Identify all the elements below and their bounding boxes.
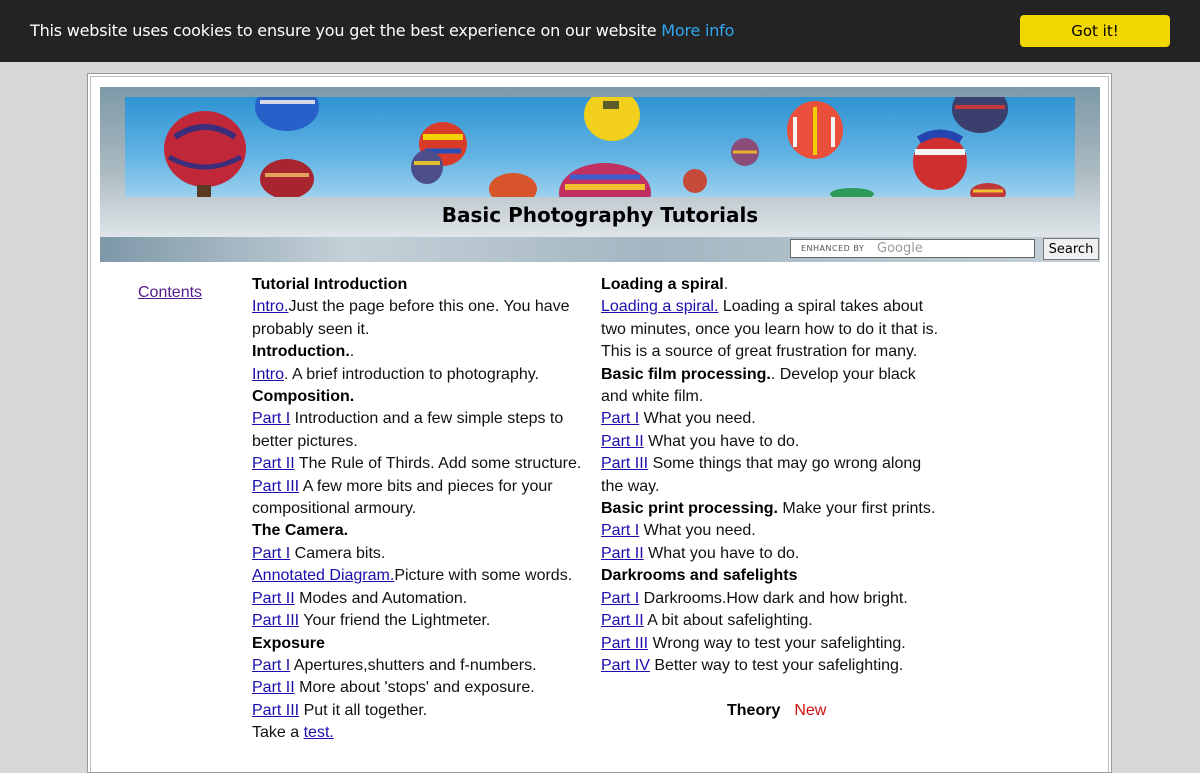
description-text: Your friend the Lightmeter. — [299, 612, 491, 630]
theory-heading: Theory — [727, 702, 781, 719]
section-heading: Tutorial Introduction — [252, 276, 408, 293]
description-text: . — [349, 343, 355, 361]
description-text: What you need. — [639, 410, 756, 428]
section-heading: Darkrooms and safelights — [601, 567, 798, 585]
description-text: Apertures,shutters and f-numbers. — [290, 656, 537, 674]
part-link[interactable]: Part II — [252, 455, 295, 472]
section-heading: Loading a spiral — [601, 276, 724, 293]
intro-link[interactable]: Intro — [252, 366, 284, 383]
description-text: Take a — [252, 724, 304, 742]
description-text: Darkrooms.How dark and how bright. — [639, 589, 908, 607]
site-title: Basic Photography Tutorials — [441, 203, 759, 227]
cookie-bar: This website uses cookies to ensure you … — [0, 0, 1200, 62]
search-input[interactable]: ENHANCED BY Google — [790, 239, 1035, 258]
part-link[interactable]: Part IV — [601, 657, 650, 674]
description-text: Make your first prints. — [777, 500, 936, 518]
description-text: What you have to do. — [643, 432, 800, 450]
section-heading: Basic print processing. — [601, 500, 778, 518]
new-badge: New — [794, 702, 827, 719]
part-link[interactable]: Part I — [252, 657, 290, 674]
description-text: Picture with some words. — [394, 567, 573, 585]
loading-spiral-link[interactable]: Loading a spiral. — [601, 298, 718, 315]
part-link[interactable]: Part I — [601, 590, 639, 607]
description-text: Loading a spiral takes about — [718, 298, 924, 316]
test-link[interactable]: test. — [304, 724, 334, 741]
part-link[interactable]: Part III — [252, 612, 299, 629]
description-text: A bit about safelighting. — [643, 612, 813, 630]
part-link[interactable]: Part I — [601, 522, 639, 539]
balloon-banner-image — [125, 97, 1075, 197]
tutorial-column-left: Tutorial Introduction Intro.Just the pag… — [252, 274, 597, 745]
part-link[interactable]: Part II — [252, 679, 295, 696]
description-text: . A brief introduction to photography. — [284, 365, 539, 383]
description-text: probably seen it. — [252, 320, 370, 338]
balloon-illustration — [164, 97, 1008, 197]
part-link[interactable]: Part II — [601, 545, 644, 562]
cookie-accept-button[interactable]: Got it! — [1020, 15, 1170, 47]
description-text: Put it all together. — [299, 701, 428, 719]
cookie-message-text: This website uses cookies to ensure you … — [30, 21, 657, 40]
part-link[interactable]: Part III — [252, 702, 299, 719]
site-header: Basic Photography Tutorials — [100, 87, 1100, 237]
search-button[interactable]: Search — [1043, 238, 1099, 260]
description-text: the way. — [601, 477, 660, 495]
part-link[interactable]: Part II — [601, 433, 644, 450]
google-logo: Google — [877, 241, 923, 256]
description-text: The Rule of Thirds. Add some structure. — [294, 455, 582, 473]
description-text: This is a source of great frustration fo… — [601, 343, 918, 361]
description-text: Camera bits. — [290, 544, 386, 562]
description-text: better pictures. — [252, 432, 358, 450]
part-link[interactable]: Part III — [601, 455, 648, 472]
section-heading: The Camera. — [252, 522, 349, 540]
part-link[interactable]: Part II — [252, 590, 295, 607]
description-text: Modes and Automation. — [294, 589, 468, 607]
description-text: Just the page before this one. You have — [288, 298, 570, 316]
tutorial-column-right: Loading a spiral. Loading a spiral. Load… — [601, 274, 946, 677]
description-text: Introduction and a few simple steps to — [290, 410, 564, 428]
search-enhanced-by-label: ENHANCED BY — [801, 244, 865, 253]
description-text: A few more bits and pieces for your — [299, 477, 553, 495]
section-heading: Exposure — [252, 634, 325, 652]
part-link[interactable]: Part III — [252, 478, 299, 495]
description-text: Better way to test your safelighting. — [649, 656, 904, 674]
section-heading: Introduction. — [252, 343, 350, 361]
description-text: Some things that may go wrong along — [648, 455, 922, 473]
description-text: . Develop your black — [770, 365, 916, 383]
description-text: compositional armoury. — [252, 500, 417, 518]
contents-link[interactable]: Contents — [138, 284, 202, 302]
search-bar: ENHANCED BY Google Search — [100, 237, 1100, 262]
theory-section: Theory New — [727, 702, 826, 720]
section-heading: Composition. — [252, 388, 355, 406]
part-link[interactable]: Part I — [252, 410, 290, 427]
description-text: Wrong way to test your safelighting. — [648, 634, 906, 652]
cookie-message: This website uses cookies to ensure you … — [30, 21, 734, 40]
part-link[interactable]: Part II — [601, 612, 644, 629]
annotated-diagram-link[interactable]: Annotated Diagram. — [252, 567, 394, 584]
description-text: More about 'stops' and exposure. — [294, 679, 535, 697]
description-text: What you have to do. — [643, 544, 800, 562]
part-link[interactable]: Part I — [252, 545, 290, 562]
description-text: two minutes, once you learn how to do it… — [601, 320, 939, 338]
description-text: What you need. — [639, 522, 756, 540]
cookie-more-info-link[interactable]: More info — [661, 21, 734, 40]
description-text: and white film. — [601, 388, 704, 406]
part-link[interactable]: Part III — [601, 635, 648, 652]
section-heading: Basic film processing. — [601, 365, 771, 383]
part-link[interactable]: Part I — [601, 410, 639, 427]
description-text: . — [723, 276, 729, 293]
intro-link[interactable]: Intro. — [252, 298, 288, 315]
